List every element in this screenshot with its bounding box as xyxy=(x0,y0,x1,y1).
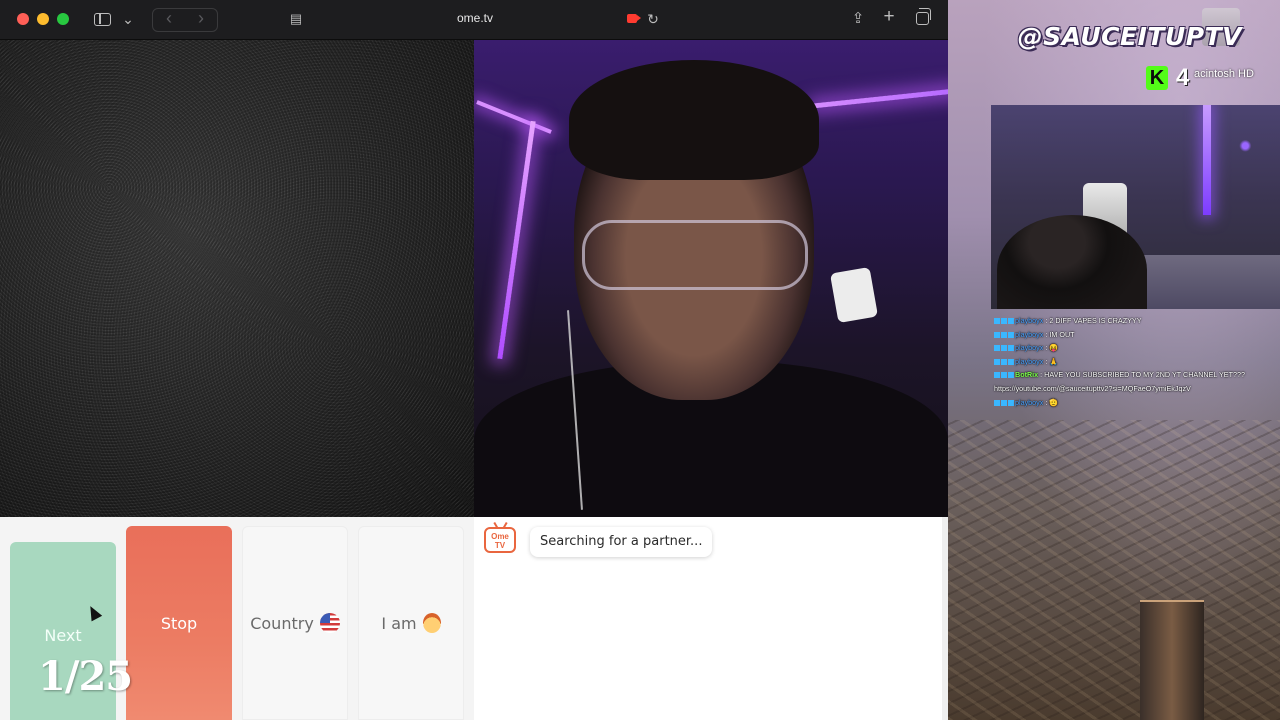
stream-chat-line: playboyx : 2 DIFF VAPES IS CRAZYYY xyxy=(994,314,1274,328)
stream-chat-line: playboyx : 🙏 xyxy=(994,355,1274,369)
chat-badge-icon xyxy=(1001,372,1007,379)
share-icon[interactable]: ⇪ xyxy=(849,9,867,29)
self-glasses xyxy=(582,220,808,290)
streamer-webcam xyxy=(991,105,1280,309)
self-hair xyxy=(569,60,819,180)
stream-chat-line: playboyx : 🫡 xyxy=(994,396,1274,410)
chat-badge-icon xyxy=(994,358,1000,365)
chat-username: playboyx xyxy=(1015,316,1044,325)
chat-badge-icon xyxy=(1008,399,1014,406)
chat-username: playboyx xyxy=(1015,329,1044,339)
minimize-window-button[interactable] xyxy=(37,13,49,25)
stream-chat-overlay: playboyx : 2 DIFF VAPES IS CRAZYYY playbo… xyxy=(994,314,1274,409)
viewer-count: 4 xyxy=(1176,64,1190,91)
kick-logo-icon: K xyxy=(1146,66,1168,90)
skyscraper-wallpaper xyxy=(1140,600,1204,720)
chat-controls: Next Stop Country I am 1/25 xyxy=(0,517,474,720)
gender-button-label: I am xyxy=(381,613,417,633)
status-message: Searching for a partner... xyxy=(530,527,713,557)
back-arrow-icon[interactable]: ‹ xyxy=(160,8,178,28)
stop-button[interactable]: Stop xyxy=(126,526,232,720)
forward-arrow-icon[interactable]: › xyxy=(192,8,210,28)
text-chat-pane: Ome TV Searching for a partner... xyxy=(474,517,942,720)
chat-message: : IM OUT xyxy=(1045,329,1075,339)
chat-badge-icon xyxy=(1001,358,1007,365)
chat-username: playboyx xyxy=(1015,397,1044,407)
chat-badge-icon xyxy=(994,399,1000,406)
camera-recording-icon[interactable] xyxy=(627,14,641,23)
chat-message: : 🫡 xyxy=(1045,397,1059,407)
boy-emoji-icon xyxy=(422,613,441,633)
sidebar-toggle-icon[interactable] xyxy=(94,13,111,26)
session-counter: 1/25 xyxy=(38,653,133,700)
streamer-handle: @SAUCEITUPTV xyxy=(1017,22,1242,51)
chat-message: : 🙏 xyxy=(1045,356,1059,366)
next-button-label: Next xyxy=(44,626,82,645)
gender-button[interactable]: I am xyxy=(358,526,464,720)
stop-button-label: Stop xyxy=(160,613,198,633)
reload-icon[interactable]: ↻ xyxy=(645,9,661,29)
chat-badge-icon xyxy=(1008,345,1014,352)
chat-username: playboyx xyxy=(1015,356,1044,366)
chat-badge-icon xyxy=(1001,331,1007,338)
browser-window: ⌄ ‹ › ▤ ome.tv ↻ ⇪ + Next Stop Country I… xyxy=(0,0,948,720)
close-window-button[interactable] xyxy=(17,13,29,25)
chat-message: : 2 DIFF VAPES IS CRAZYYY xyxy=(1045,316,1142,325)
us-flag-icon xyxy=(319,613,340,633)
chat-message: https://youtube.com/@sauceitupttv2?si=MQ… xyxy=(994,383,1191,393)
browser-toolbar: ⌄ ‹ › ▤ ome.tv ↻ ⇪ + xyxy=(0,0,948,40)
led-strip xyxy=(497,120,536,360)
chat-username: BotRix xyxy=(1015,370,1039,380)
led-strip xyxy=(814,88,948,109)
address-bar[interactable]: ome.tv xyxy=(420,11,530,25)
chat-username: playboyx xyxy=(1015,343,1044,353)
chat-badge-icon xyxy=(1008,318,1014,325)
stream-chat-line: playboyx : 😝 xyxy=(994,341,1274,355)
stream-chat-line: playboyx : IM OUT xyxy=(994,328,1274,342)
chat-badge-icon xyxy=(994,345,1000,352)
country-button-label: Country xyxy=(250,613,314,633)
chat-badge-icon xyxy=(994,318,1000,325)
chat-badge-icon xyxy=(1008,358,1014,365)
logo-text-top: Ome xyxy=(491,532,509,541)
stream-chat-line: https://youtube.com/@sauceitupttv2?si=MQ… xyxy=(994,382,1274,396)
desktop-drive-label: acintosh HD xyxy=(1194,68,1254,80)
led-strip xyxy=(476,100,552,134)
self-video xyxy=(474,40,948,517)
partner-video-static xyxy=(0,40,474,517)
ometv-logo-icon: Ome TV xyxy=(484,527,516,553)
viewer-count-widget: K 4 acintosh HD xyxy=(1136,62,1266,96)
logo-text-bottom: TV xyxy=(494,541,506,550)
chat-badge-icon xyxy=(994,372,1000,379)
page-menu-icon[interactable]: ▤ xyxy=(288,9,304,29)
chat-badge-icon xyxy=(1008,331,1014,338)
maximize-window-button[interactable] xyxy=(57,13,69,25)
chat-badge-icon xyxy=(1001,399,1007,406)
chat-message: : 😝 xyxy=(1045,343,1059,353)
chat-badge-icon xyxy=(1001,345,1007,352)
plus-icon[interactable]: + xyxy=(880,7,898,27)
tab-overview-icon[interactable] xyxy=(916,8,931,25)
chat-badge-icon xyxy=(1008,372,1014,379)
window-edge xyxy=(942,517,948,720)
chat-message: : HAVE YOU SUBSCRIBED TO MY 2ND YT CHANN… xyxy=(1040,370,1245,380)
chevron-down-icon[interactable]: ⌄ xyxy=(121,9,135,29)
webcam-bed xyxy=(1141,255,1280,309)
webcam-led-light xyxy=(1203,105,1211,215)
chair-headrest xyxy=(829,266,879,324)
country-button[interactable]: Country xyxy=(242,526,348,720)
stream-chat-line: BotRix : HAVE YOU SUBSCRIBED TO MY 2ND Y… xyxy=(994,368,1274,382)
chat-badge-icon xyxy=(994,331,1000,338)
city-skyline-wallpaper xyxy=(948,420,1280,720)
chat-badge-icon xyxy=(1001,318,1007,325)
